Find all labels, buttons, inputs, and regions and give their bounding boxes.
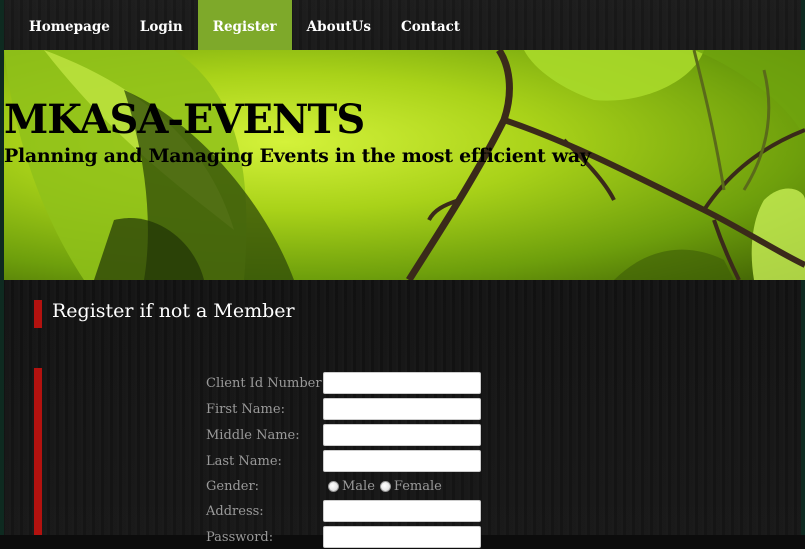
client-id-input[interactable] [323,372,481,394]
site-tagline: Planning and Managing Events in the most… [4,145,591,167]
gender-female-radio[interactable] [379,480,391,492]
nav-contact[interactable]: Contact [386,0,475,50]
last-name-row: Last Name: [206,449,481,473]
nav-aboutus[interactable]: AboutUs [292,0,386,50]
heading-accent-bar [34,300,42,328]
address-row: Address: [206,499,481,523]
password-row: Password: [206,525,481,549]
address-label: Address: [206,503,264,519]
first-name-label: First Name: [206,401,285,417]
register-heading: Register if not a Member [52,300,295,322]
first-name-input[interactable] [323,398,481,420]
gender-female-label: Female [393,478,442,494]
site-title: MKASA-EVENTS [4,96,365,143]
password-label: Password: [206,529,274,545]
last-name-label: Last Name: [206,453,282,469]
nav-login[interactable]: Login [125,0,198,50]
last-name-input[interactable] [323,450,481,472]
address-input[interactable] [323,500,481,522]
first-name-row: First Name: [206,397,481,421]
client-id-label: Client Id Number: [206,375,326,391]
header-banner: MKASA-EVENTS Planning and Managing Event… [4,50,805,280]
main-nav: Homepage Login Register AboutUs Contact [4,0,801,50]
client-id-row: Client Id Number: [206,371,481,395]
form-accent-bar [34,368,42,535]
password-input[interactable] [323,526,481,548]
nav-homepage[interactable]: Homepage [14,0,125,50]
gender-row: Gender: Male Female [206,474,447,498]
middle-name-input[interactable] [323,424,481,446]
gender-label: Gender: [206,478,260,494]
middle-name-row: Middle Name: [206,423,481,447]
gender-male-radio[interactable] [328,480,339,492]
gender-male-label: Male [342,478,375,494]
gender-radio-group: Male Female [328,479,447,494]
middle-name-label: Middle Name: [206,427,300,443]
nav-register[interactable]: Register [197,0,292,50]
